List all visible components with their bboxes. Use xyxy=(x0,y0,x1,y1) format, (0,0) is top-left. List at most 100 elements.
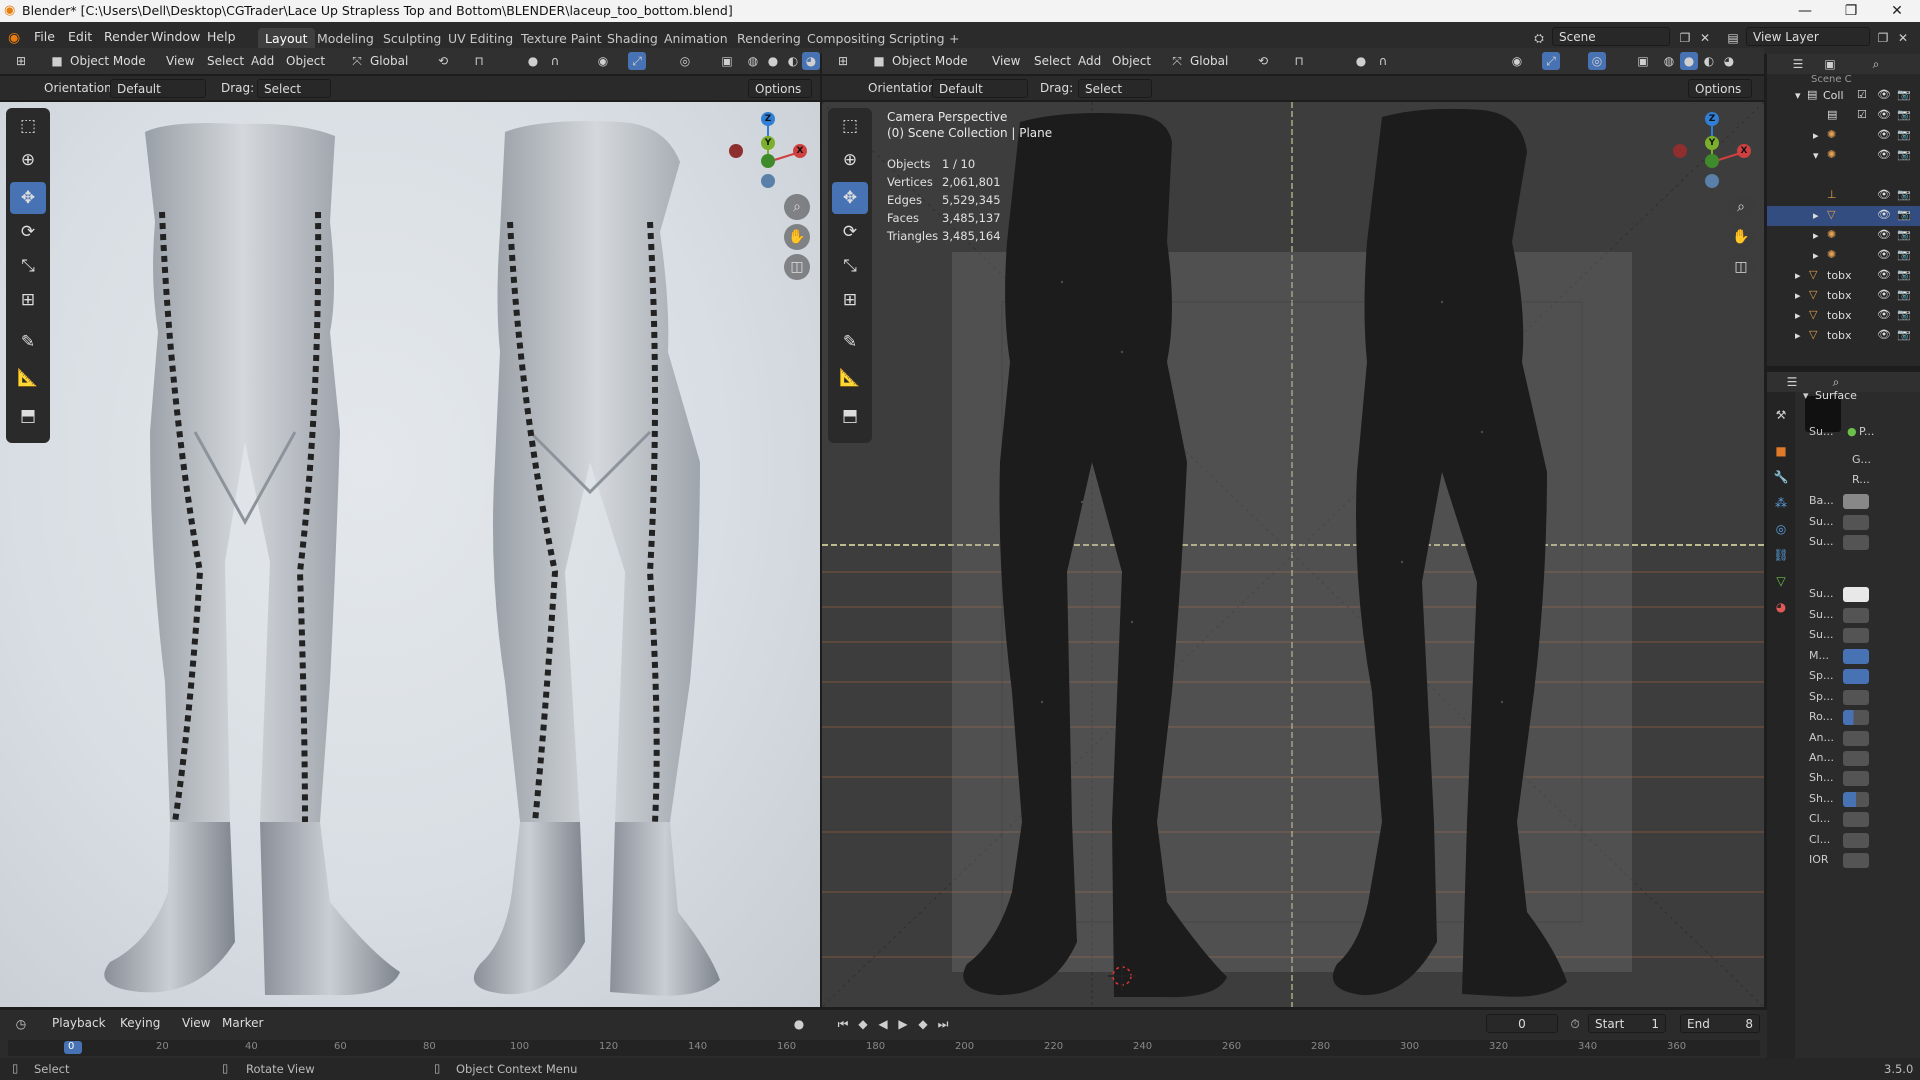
property-row-specular[interactable]: Sp... xyxy=(1795,666,1920,687)
select-box-tool-icon[interactable]: ⬚ xyxy=(832,110,868,142)
camera-render-icon[interactable]: 📷 xyxy=(1897,88,1911,101)
solid-shading-icon[interactable]: ● xyxy=(764,52,782,70)
xray-icon-right[interactable]: ▣ xyxy=(1634,52,1652,70)
tab-uv-editing[interactable]: UV Editing xyxy=(441,28,520,49)
property-row[interactable]: Cl... xyxy=(1795,830,1920,851)
wireframe-shading-icon[interactable]: ◍ xyxy=(744,52,762,70)
menu-add-right[interactable]: Add xyxy=(1072,52,1107,71)
maximize-button[interactable]: ❐ xyxy=(1828,0,1874,22)
gizmo-y-axis[interactable]: Y xyxy=(1705,136,1719,150)
menu-render[interactable]: Render xyxy=(104,29,149,44)
menu-select-right[interactable]: Select xyxy=(1028,52,1077,71)
eye-icon[interactable]: 👁 xyxy=(1877,188,1891,201)
falloff-icon[interactable]: ∩ xyxy=(546,52,564,70)
menu-file[interactable]: File xyxy=(34,29,55,44)
snap-icon-right[interactable]: ⊓ xyxy=(1290,52,1308,70)
property-row-base-color[interactable]: Ba... xyxy=(1795,491,1920,512)
prev-keyframe-icon[interactable]: ◆ xyxy=(854,1015,872,1033)
camera-render-icon[interactable]: 📷 xyxy=(1897,148,1911,161)
keying-menu[interactable]: Keying xyxy=(114,1014,166,1033)
slider-field[interactable] xyxy=(1843,751,1869,766)
record-keyframe-icon[interactable]: ● xyxy=(790,1015,808,1033)
modifier-tab-icon[interactable]: 🔧 xyxy=(1772,468,1790,486)
right-3d-viewport-camera[interactable]: Camera Perspective (0) Scene Collection … xyxy=(822,102,1764,1007)
constraints-tab-icon[interactable]: ⛓ xyxy=(1772,546,1790,564)
value-field[interactable] xyxy=(1843,628,1869,643)
pivot-icon-right[interactable]: ⟲ xyxy=(1254,52,1272,70)
display-mode-icon[interactable]: ☰ xyxy=(1789,55,1807,73)
gizmo-neg-z-axis[interactable] xyxy=(1705,174,1719,188)
camera-render-icon[interactable]: 📷 xyxy=(1897,188,1911,201)
gizmo-x-axis[interactable]: X xyxy=(793,144,807,158)
play-reverse-icon[interactable]: ◀ xyxy=(874,1015,892,1033)
expand-arrow-icon[interactable]: ▸ xyxy=(1813,129,1819,142)
tab-compositing[interactable]: Compositing xyxy=(800,28,892,49)
menu-window[interactable]: Window xyxy=(151,29,200,44)
current-frame-field[interactable]: 0 xyxy=(1486,1014,1558,1033)
overlay-toggle-icon-right[interactable]: ◎ xyxy=(1588,52,1606,70)
view-layer-selector[interactable]: View Layer xyxy=(1746,27,1870,46)
tab-animation[interactable]: Animation xyxy=(657,28,735,49)
property-row-ior[interactable]: IOR xyxy=(1795,850,1920,871)
jump-end-icon[interactable]: ⏭ xyxy=(934,1015,952,1033)
gizmo-neg-x-axis[interactable] xyxy=(729,144,743,158)
particles-tab-icon[interactable]: ⁂ xyxy=(1772,494,1790,512)
annotate-tool-icon[interactable]: ✎ xyxy=(832,326,868,358)
outliner-row[interactable]: ▸ ✺ 👁 📷 xyxy=(1767,226,1920,246)
options-dropdown-left[interactable]: Options xyxy=(748,79,812,98)
eye-icon[interactable]: 👁 xyxy=(1877,228,1891,241)
outliner-row[interactable]: ▾ ✺ 👁 📷 xyxy=(1767,146,1920,166)
gizmo-neg-y-axis[interactable] xyxy=(1705,154,1719,168)
slider-field[interactable] xyxy=(1843,792,1869,807)
left-3d-viewport-rendered[interactable]: Z X Y ⌕ ✋ ◫ xyxy=(0,102,820,1007)
camera-render-icon[interactable]: 📷 xyxy=(1897,288,1911,301)
pivot-icon[interactable]: ⟲ xyxy=(434,52,452,70)
scale-tool-icon[interactable]: ⤡ xyxy=(832,250,868,282)
eye-icon[interactable]: 👁 xyxy=(1877,248,1891,261)
slider-field[interactable] xyxy=(1843,731,1869,746)
editor-type-icon-right[interactable]: ⊞ xyxy=(834,52,852,70)
property-row-surface[interactable]: Su... ● P... xyxy=(1795,422,1920,443)
expand-arrow-icon[interactable]: ▸ xyxy=(1795,289,1801,302)
expand-arrow-icon[interactable]: ▾ xyxy=(1813,149,1819,162)
menu-object-right[interactable]: Object xyxy=(1106,52,1157,71)
camera-view-icon[interactable]: ◫ xyxy=(1728,254,1754,280)
tab-texture-paint[interactable]: Texture Paint xyxy=(514,28,609,49)
menu-help[interactable]: Help xyxy=(207,29,236,44)
camera-render-icon[interactable]: 📷 xyxy=(1897,268,1911,281)
blender-menu-icon[interactable]: ◉ xyxy=(8,30,20,46)
eye-icon[interactable]: 👁 xyxy=(1877,328,1891,341)
tab-modeling[interactable]: Modeling xyxy=(310,28,381,49)
proportional-edit-icon-right[interactable]: ● xyxy=(1352,52,1370,70)
dropdown-value[interactable]: R... xyxy=(1852,473,1870,486)
outliner-row-mesh[interactable]: ▸ ▽ tobx 👁 📷 xyxy=(1767,306,1920,326)
filter-icon[interactable]: ▣ xyxy=(1821,55,1839,73)
navigation-gizmo-right[interactable]: Z X Y xyxy=(1670,110,1751,190)
expand-arrow-icon[interactable]: ▸ xyxy=(1813,209,1819,222)
camera-render-icon[interactable]: 📷 xyxy=(1897,128,1911,141)
menu-add-left[interactable]: Add xyxy=(245,52,280,71)
property-row[interactable]: Su... xyxy=(1795,625,1920,646)
outliner-row-mesh[interactable]: ▸ ▽ tobx 👁 📷 xyxy=(1767,266,1920,286)
menu-view-left[interactable]: View xyxy=(160,52,200,71)
value-field[interactable] xyxy=(1843,608,1869,623)
camera-render-icon[interactable]: 📷 xyxy=(1897,308,1911,321)
property-row[interactable]: Su... xyxy=(1795,512,1920,533)
transform-orientation-dropdown-right[interactable]: Global xyxy=(1184,52,1234,71)
gizmo-toggle-icon[interactable]: ⤢ xyxy=(628,52,646,70)
slider-field[interactable] xyxy=(1843,710,1869,725)
tab-layout[interactable]: Layout xyxy=(258,28,315,49)
close-window-button[interactable]: ✕ xyxy=(1874,0,1920,22)
material-shading-icon[interactable]: ◐ xyxy=(784,52,802,70)
outliner-row[interactable]: ⊥ 👁 📷 xyxy=(1767,186,1920,206)
wireframe-shading-icon-right[interactable]: ◍ xyxy=(1660,52,1678,70)
transform-tool-icon[interactable]: ⊞ xyxy=(10,284,46,316)
outliner-row-collection[interactable]: ▾ ▤ Coll ☑ 👁 📷 xyxy=(1767,86,1920,106)
menu-select-left[interactable]: Select xyxy=(201,52,250,71)
eye-icon[interactable]: 👁 xyxy=(1877,148,1891,161)
material-shading-icon-right[interactable]: ◐ xyxy=(1700,52,1718,70)
transform-tool-icon[interactable]: ⊞ xyxy=(832,284,868,316)
scale-tool-icon[interactable]: ⤡ xyxy=(10,250,46,282)
gizmo-toggle-icon-right[interactable]: ⤢ xyxy=(1542,52,1560,70)
zoom-icon[interactable]: ⌕ xyxy=(784,194,810,220)
